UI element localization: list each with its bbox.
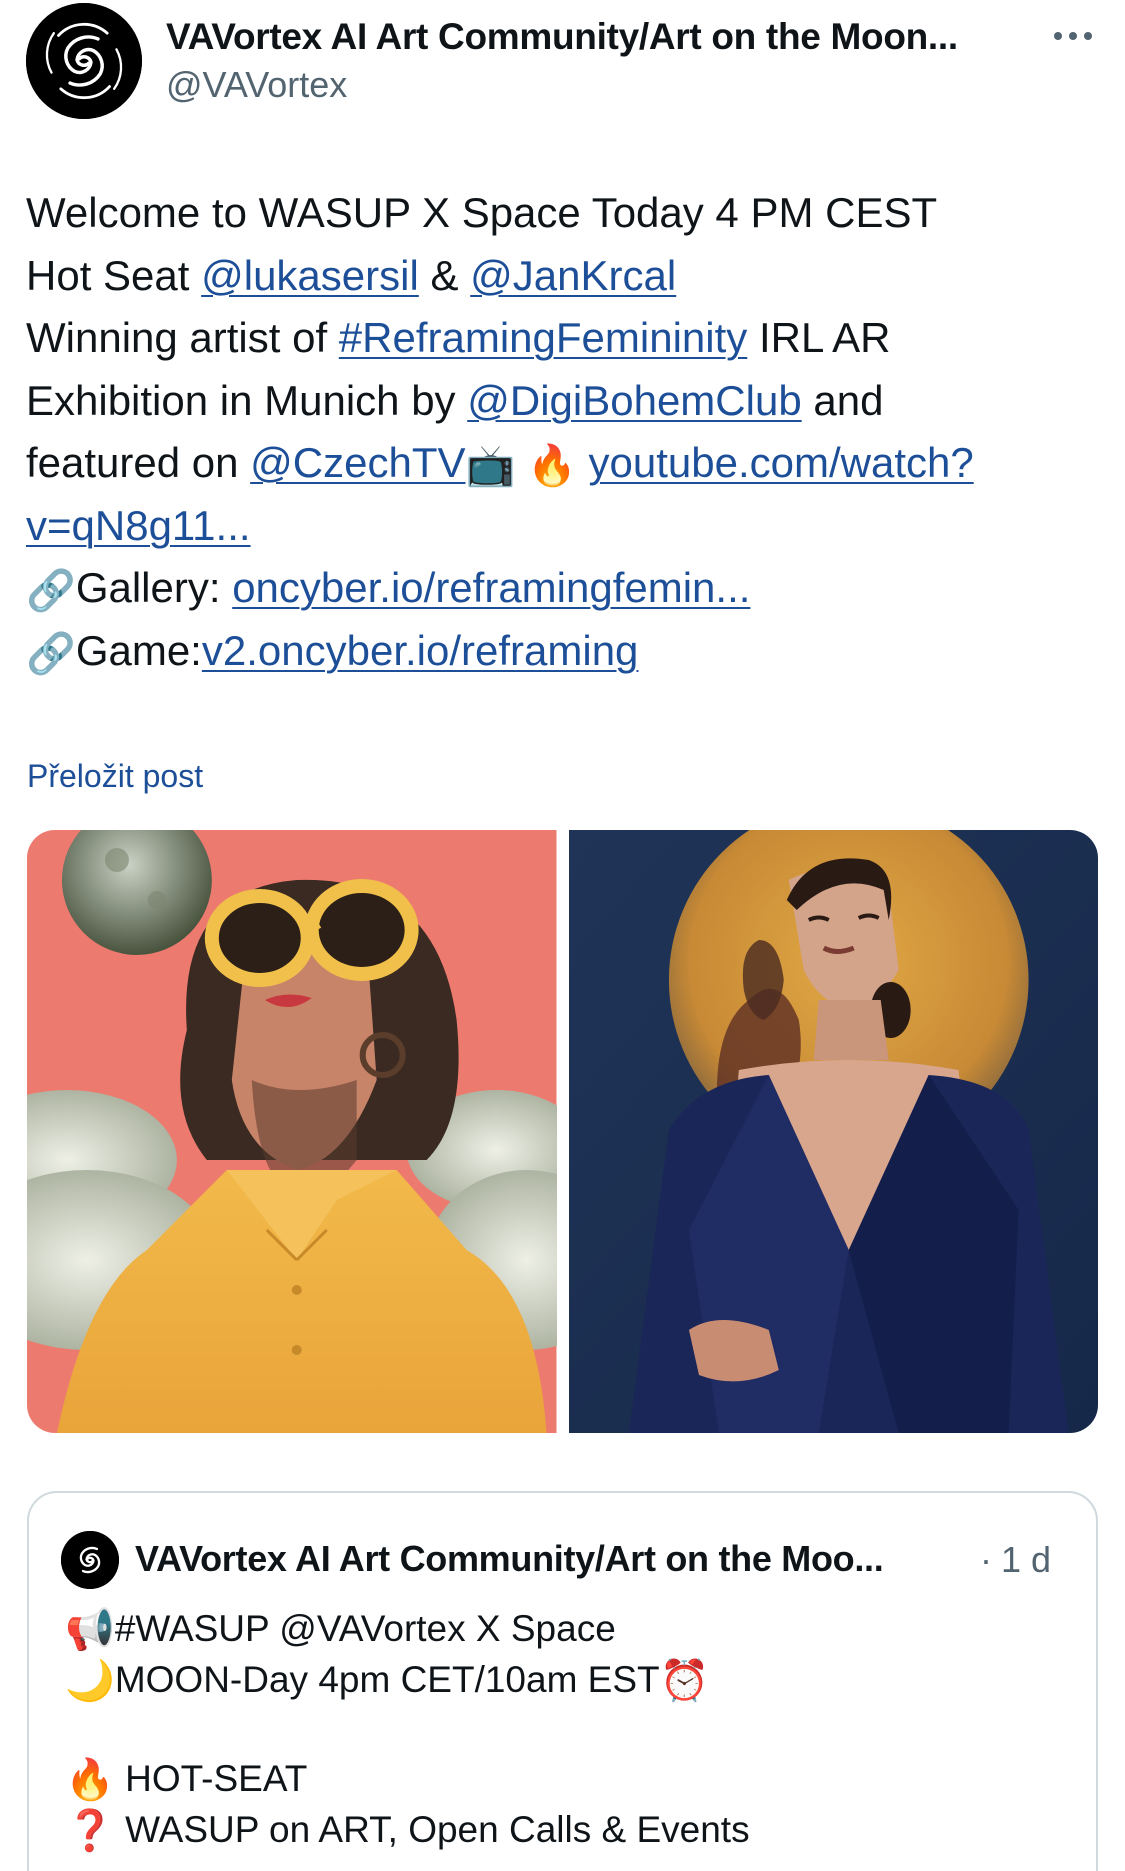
fire-icon: 🔥 xyxy=(527,444,577,488)
post-text-segment: & xyxy=(418,251,471,299)
media-gallery xyxy=(27,830,1098,1433)
television-icon: 📺 xyxy=(465,444,516,488)
post-text-segment: Hot Seat xyxy=(26,251,202,299)
post-line: 🔗Game:v2.oncyber.io/reframing xyxy=(26,620,1106,683)
translate-post-link[interactable]: Přeložit post xyxy=(27,758,203,795)
quoted-text-segment: #WASUP @VAVortex X Space xyxy=(114,1608,616,1649)
post-line: Exhibition in Munich by @DigiBohemClub a… xyxy=(26,370,1106,433)
post-line: Hot Seat @lukasersil & @JanKrcal xyxy=(26,245,1106,308)
crescent-moon-icon: 🌙 xyxy=(65,1659,115,1703)
gallery-label: Gallery: xyxy=(75,564,233,611)
link-icon: 🔗 xyxy=(26,631,76,676)
woman-blue-dress-artwork xyxy=(568,830,1098,1433)
quoted-separator: · xyxy=(980,1539,992,1580)
mention-jankrcal[interactable]: @JanKrcal xyxy=(470,252,676,299)
fire-icon: 🔥 xyxy=(65,1758,115,1802)
author-handle[interactable]: @VAVortex xyxy=(166,64,347,106)
hashtag-reframingfemininity[interactable]: #ReframingFemininity xyxy=(339,314,747,361)
link-icon: 🔗 xyxy=(26,569,76,613)
quoted-line: 🌙MOON-Day 4pm CET/10am EST⏰ xyxy=(65,1654,1065,1705)
post-text-segment: Welcome to WASUP X Space Today 4 PM CEST xyxy=(26,189,938,236)
quoted-post[interactable]: VAVortex AI Art Community/Art on the Moo… xyxy=(27,1491,1098,1871)
post-line: Welcome to WASUP X Space Today 4 PM CEST xyxy=(26,182,1106,245)
youtube-link[interactable]: youtube.com/watch? xyxy=(589,439,974,486)
more-horizontal-icon[interactable] xyxy=(1046,18,1100,54)
mention-digibohemclub[interactable]: @DigiBohemClub xyxy=(467,377,801,424)
game-link[interactable]: v2.oncyber.io/reframing xyxy=(202,627,639,674)
quoted-line: ❓ WASUP on ART, Open Calls & Events xyxy=(65,1804,1065,1855)
quoted-avatar[interactable] xyxy=(61,1531,119,1589)
media-image-2[interactable] xyxy=(568,830,1098,1433)
post-text-segment: Exhibition in Munich by xyxy=(26,376,468,424)
retro-woman-sunglasses-artwork xyxy=(27,830,557,1433)
vortex-spiral-logo-icon xyxy=(61,1531,119,1589)
mention-lukasersil[interactable]: @lukasersil xyxy=(201,252,419,299)
megaphone-icon: 📢 xyxy=(65,1608,115,1652)
alarm-clock-icon: ⏰ xyxy=(659,1659,710,1703)
post-text-segment: featured on xyxy=(26,439,251,486)
quoted-line: 📢#WASUP @VAVortex X Space xyxy=(65,1603,1065,1654)
youtube-link-continued[interactable]: v=qN8g11... xyxy=(26,502,251,549)
quoted-text-segment: MOON-Day 4pm CET/10am EST xyxy=(114,1659,660,1700)
vortex-spiral-logo-icon xyxy=(26,3,142,119)
gallery-link[interactable]: oncyber.io/reframingfemin... xyxy=(232,564,750,611)
quoted-text-segment: WASUP on ART, Open Calls & Events xyxy=(114,1809,750,1850)
post-body: Welcome to WASUP X Space Today 4 PM CEST… xyxy=(26,182,1106,682)
post-line: featured on @CzechTV📺 🔥 youtube.com/watc… xyxy=(26,432,1106,495)
more-dot xyxy=(1084,32,1092,40)
post-line: 🔗Gallery: oncyber.io/reframingfemin... xyxy=(26,557,1106,620)
author-display-name[interactable]: VAVortex AI Art Community/Art on the Moo… xyxy=(166,16,958,58)
post-text-segment: IRL AR xyxy=(747,314,891,361)
quoted-line: 🔥 HOT-SEAT xyxy=(65,1753,1065,1804)
post-text-segment: Winning artist of xyxy=(26,314,339,361)
post-header: VAVortex AI Art Community/Art on the Moo… xyxy=(0,0,1125,130)
media-image-1[interactable] xyxy=(27,830,557,1433)
quoted-timestamp[interactable]: 1 d xyxy=(1001,1539,1051,1581)
more-dot xyxy=(1069,32,1077,40)
quoted-text-segment: HOT-SEAT xyxy=(114,1758,308,1799)
more-dot xyxy=(1054,32,1062,40)
post-text-segment: and xyxy=(801,376,884,424)
quoted-display-name[interactable]: VAVortex AI Art Community/Art on the Moo… xyxy=(135,1538,884,1580)
post-line: Winning artist of #ReframingFemininity I… xyxy=(26,307,1106,370)
game-label: Game: xyxy=(75,626,202,674)
quoted-blank-line xyxy=(65,1705,1065,1753)
quoted-body: 📢#WASUP @VAVortex X Space 🌙MOON-Day 4pm … xyxy=(65,1603,1065,1855)
post-line: v=qN8g11... xyxy=(26,495,1106,558)
avatar[interactable] xyxy=(26,3,142,119)
mention-czechtv[interactable]: @CzechTV xyxy=(250,439,465,486)
question-mark-icon: ❓ xyxy=(65,1809,115,1853)
